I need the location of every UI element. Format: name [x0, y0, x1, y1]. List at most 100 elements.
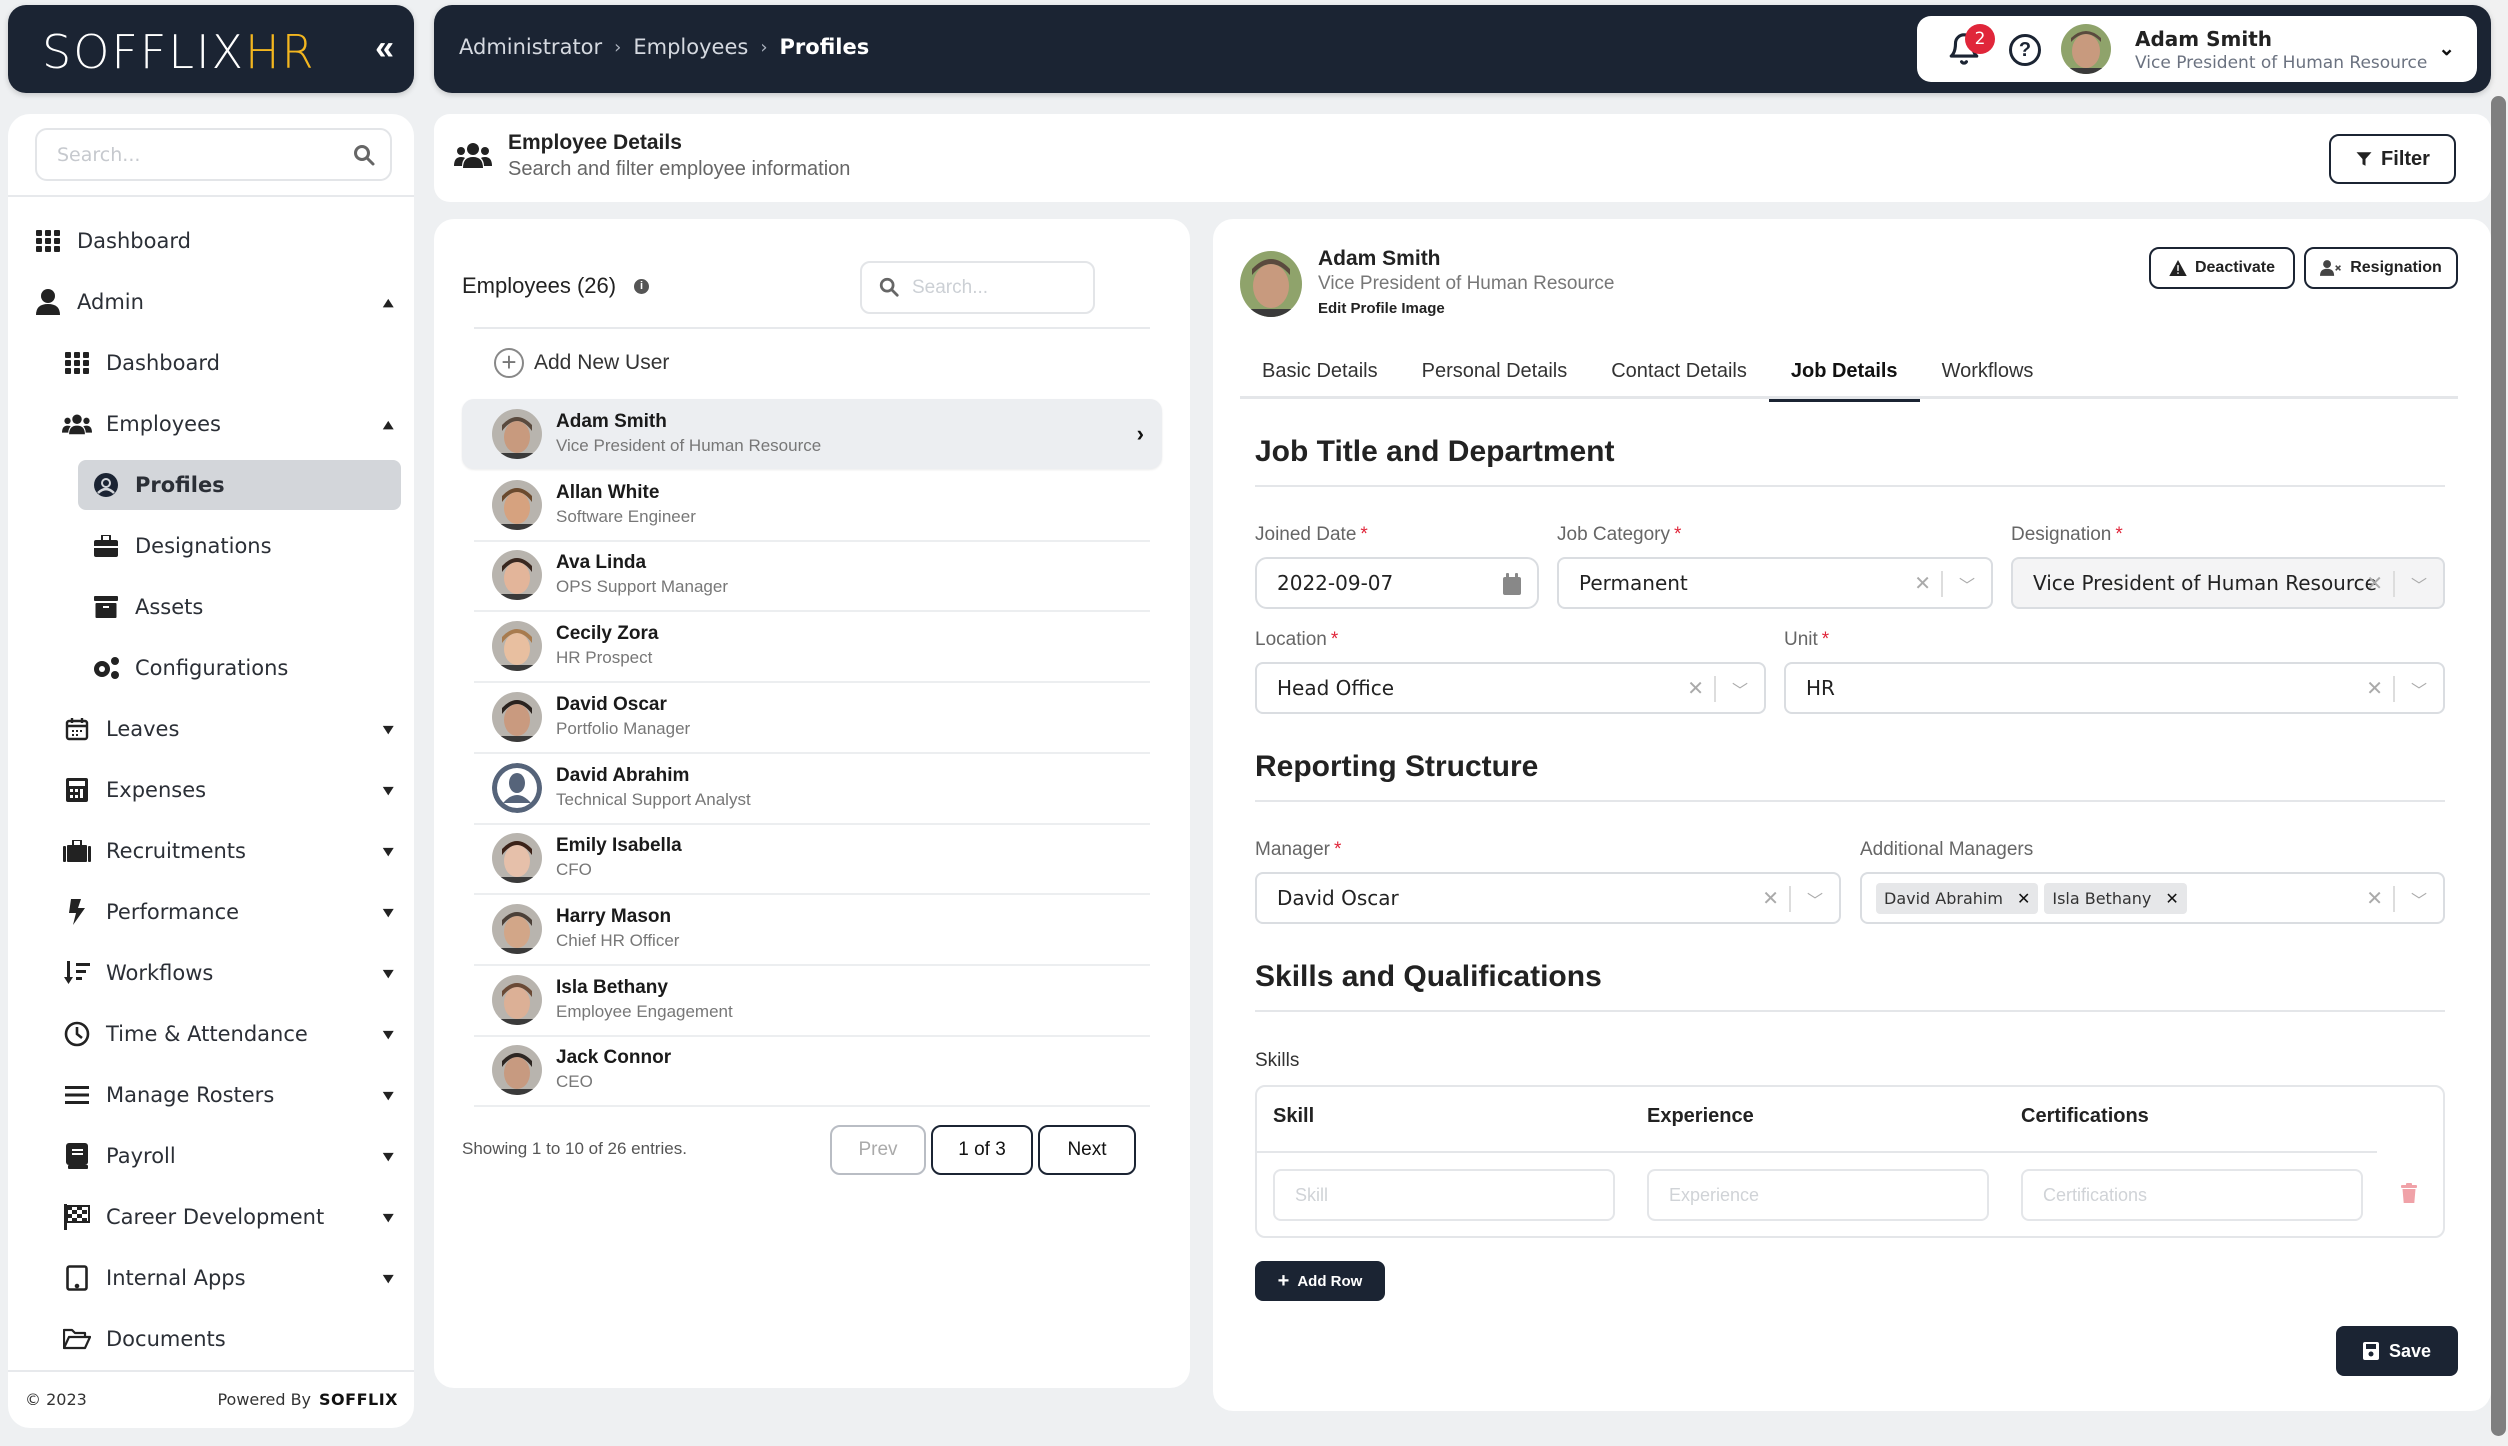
prev-page-button[interactable]: Prev — [830, 1125, 926, 1175]
sidebar-item-leaves[interactable]: Leaves ▼ — [8, 704, 414, 754]
unit-select[interactable]: HR ✕ ﹀ — [1784, 662, 2445, 714]
chevron-down-icon[interactable]: ▼ — [382, 723, 393, 736]
trash-icon[interactable] — [2401, 1183, 2417, 1203]
tab-contact-details[interactable]: Contact Details — [1589, 349, 1769, 399]
employee-list-item[interactable]: Jack Connor CEO — [462, 1035, 1162, 1108]
resignation-button[interactable]: Resignation — [2304, 247, 2458, 289]
employee-avatar — [492, 1045, 542, 1096]
sidebar-item-workflows[interactable]: Workflows ▼ — [8, 948, 414, 998]
tab-workflows[interactable]: Workflows — [1920, 349, 2056, 399]
clear-icon[interactable]: ✕ — [2366, 571, 2383, 595]
sidebar-item-configurations[interactable]: Configurations — [8, 643, 414, 693]
info-icon[interactable]: i — [634, 278, 650, 294]
employee-list-item[interactable]: David Abrahim Technical Support Analyst — [462, 753, 1162, 825]
add-new-user-button[interactable]: + Add New User — [494, 348, 669, 378]
filter-button[interactable]: Filter — [2329, 134, 2456, 184]
clear-icon[interactable]: ✕ — [2366, 886, 2383, 910]
job-category-select[interactable]: Permanent ✕ ﹀ — [1557, 557, 1993, 609]
manager-select[interactable]: David Oscar ✕ ﹀ — [1255, 872, 1841, 924]
remove-chip-icon[interactable]: ✕ — [2165, 889, 2178, 908]
chevron-down-icon[interactable]: ﹀ — [2411, 677, 2427, 701]
collapse-sidebar-button[interactable]: « — [375, 31, 394, 65]
help-icon[interactable]: ? — [2009, 34, 2041, 66]
sidebar-item-expenses[interactable]: Expenses ▼ — [8, 765, 414, 815]
chevron-down-icon[interactable]: ▼ — [382, 1028, 393, 1041]
user-menu[interactable]: 2 ? Adam Smith Vice President of Human R… — [1917, 16, 2477, 82]
flag-checkered-icon — [62, 1202, 92, 1232]
chevron-up-icon[interactable]: ▲ — [382, 418, 393, 431]
chevron-down-icon[interactable]: ⌄ — [2438, 36, 2455, 61]
joined-date-input[interactable]: 2022-09-07 — [1255, 557, 1539, 609]
profile-avatar[interactable] — [1240, 251, 1302, 317]
employee-list-item[interactable]: Harry Mason Chief HR Officer — [462, 894, 1162, 966]
sidebar-item-profiles[interactable]: Profiles — [78, 460, 401, 510]
save-button[interactable]: Save — [2336, 1326, 2458, 1376]
employee-list-item[interactable]: David Oscar Portfolio Manager — [462, 682, 1162, 754]
location-select[interactable]: Head Office ✕ ﹀ — [1255, 662, 1766, 714]
powered-by: Powered By SOFFLIX — [217, 1390, 398, 1409]
chevron-up-icon[interactable]: ▲ — [382, 296, 393, 309]
chevron-down-icon[interactable]: ▼ — [382, 784, 393, 797]
add-row-button[interactable]: + Add Row — [1255, 1261, 1385, 1301]
sidebar-item-documents[interactable]: Documents — [8, 1314, 414, 1364]
sidebar-item-assets[interactable]: Assets — [8, 582, 414, 632]
next-page-button[interactable]: Next — [1038, 1125, 1136, 1175]
sidebar-item-label: Documents — [106, 1327, 226, 1351]
remove-chip-icon[interactable]: ✕ — [2017, 889, 2030, 908]
chevron-down-icon[interactable]: ﹀ — [2411, 887, 2427, 911]
sidebar-item-time-attendance[interactable]: Time & Attendance ▼ — [8, 1009, 414, 1059]
breadcrumb-item-employees[interactable]: Employees — [633, 35, 748, 59]
sidebar-item-payroll[interactable]: Payroll ▼ — [8, 1131, 414, 1181]
sidebar-item-career-development[interactable]: Career Development ▼ — [8, 1192, 414, 1242]
employee-list-item[interactable]: Adam Smith Vice President of Human Resour… — [462, 399, 1162, 469]
breadcrumb-item-administrator[interactable]: Administrator — [459, 35, 602, 59]
sidebar-item-manage-rosters[interactable]: Manage Rosters ▼ — [8, 1070, 414, 1120]
experience-input[interactable] — [1649, 1171, 1987, 1219]
sidebar-item-recruitments[interactable]: Recruitments ▼ — [8, 826, 414, 876]
chevron-down-icon[interactable]: ▼ — [382, 1150, 393, 1163]
employee-list-item[interactable]: Allan White Software Engineer — [462, 470, 1162, 542]
certifications-input[interactable] — [2023, 1171, 2361, 1219]
chevron-down-icon[interactable]: ﹀ — [2411, 572, 2427, 596]
chevron-down-icon[interactable]: ▼ — [382, 1211, 393, 1224]
search-icon[interactable] — [352, 143, 376, 167]
chevron-down-icon[interactable]: ﹀ — [1807, 887, 1823, 911]
skill-input[interactable] — [1275, 1171, 1613, 1219]
employee-list-item[interactable]: Ava Linda OPS Support Manager — [462, 540, 1162, 613]
sidebar-item-dashboard[interactable]: Dashboard — [8, 338, 414, 388]
clear-icon[interactable]: ✕ — [1687, 676, 1704, 700]
chevron-down-icon[interactable]: ▼ — [382, 906, 393, 919]
deactivate-button[interactable]: Deactivate — [2149, 247, 2295, 289]
designation-select[interactable]: Vice President of Human Resource ✕ ﹀ — [2011, 557, 2445, 609]
employee-list-item[interactable]: Emily Isabella CFO — [462, 823, 1162, 896]
location-label: Location * — [1255, 629, 1339, 650]
clear-icon[interactable]: ✕ — [1914, 571, 1931, 595]
tab-personal-details[interactable]: Personal Details — [1400, 349, 1590, 399]
sidebar-item-internal-apps[interactable]: Internal Apps ▼ — [8, 1253, 414, 1303]
chevron-down-icon[interactable]: ﹀ — [1959, 572, 1975, 596]
user-avatar[interactable] — [2061, 24, 2111, 74]
sidebar-item-admin[interactable]: Admin ▲ — [8, 277, 414, 327]
sidebar-item-dashboard[interactable]: Dashboard — [8, 216, 414, 266]
chevron-down-icon[interactable]: ▼ — [382, 845, 393, 858]
sidebar-item-performance[interactable]: Performance ▼ — [8, 887, 414, 937]
chevron-down-icon[interactable]: ▼ — [382, 1089, 393, 1102]
employee-list-item[interactable]: Cecily Zora HR Prospect — [462, 611, 1162, 684]
chevron-down-icon[interactable]: ▼ — [382, 1272, 393, 1285]
tab-job-details[interactable]: Job Details — [1768, 349, 1920, 402]
clear-icon[interactable]: ✕ — [1762, 886, 1779, 910]
clear-icon[interactable]: ✕ — [2366, 676, 2383, 700]
chevron-down-icon[interactable]: ﹀ — [1732, 677, 1748, 701]
sidebar-item-employees[interactable]: Employees ▲ — [8, 399, 414, 449]
employee-list-item[interactable]: Isla Bethany Employee Engagement — [462, 965, 1162, 1037]
sidebar-item-designations[interactable]: Designations — [8, 521, 414, 571]
chevron-down-icon[interactable]: ▼ — [382, 967, 393, 980]
calendar-icon[interactable] — [1503, 573, 1521, 595]
employee-search-input[interactable] — [912, 263, 1087, 312]
edit-profile-image-link[interactable]: Edit Profile Image — [1318, 300, 1445, 317]
sidebar-search-input[interactable] — [37, 130, 327, 179]
page-scrollbar-thumb[interactable] — [2491, 96, 2506, 1436]
additional-managers-select[interactable]: David Abrahim ✕ Isla Bethany ✕ ✕ ﹀ — [1860, 872, 2445, 924]
tab-basic-details[interactable]: Basic Details — [1240, 349, 1400, 399]
add-new-user-label: Add New User — [534, 351, 670, 374]
